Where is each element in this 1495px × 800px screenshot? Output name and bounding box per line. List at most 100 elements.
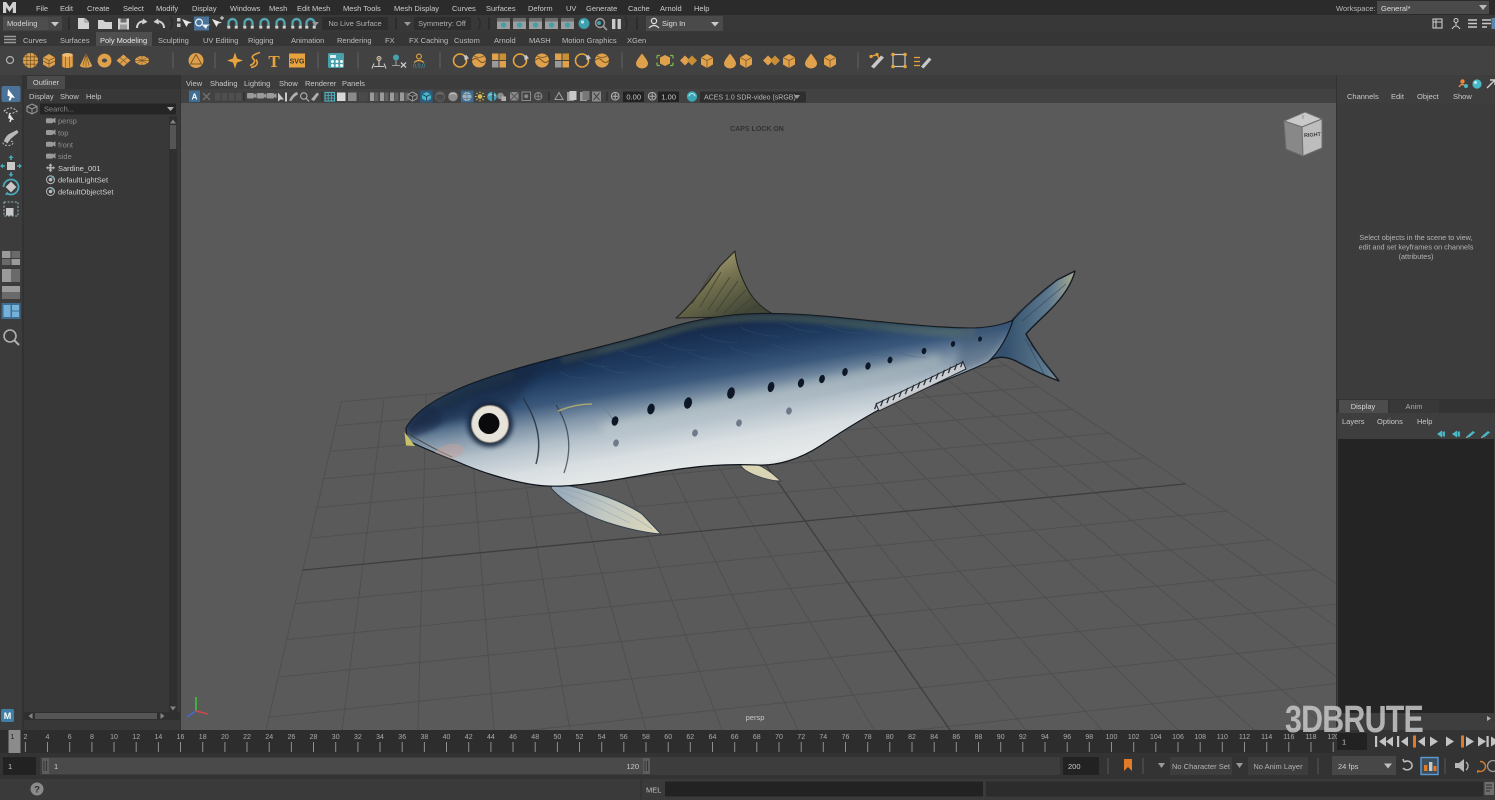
- svg-text:Edit: Edit: [1391, 92, 1405, 101]
- svg-text:Symmetry: Off: Symmetry: Off: [418, 19, 467, 28]
- svg-text:86: 86: [952, 734, 960, 741]
- svg-text:30: 30: [332, 734, 340, 741]
- svg-text:98: 98: [1085, 734, 1093, 741]
- svg-text:40: 40: [443, 734, 451, 741]
- svg-text:22: 22: [243, 734, 251, 741]
- svg-text:front: front: [58, 140, 74, 149]
- svg-text:MEL: MEL: [646, 786, 661, 795]
- svg-text:Display: Display: [29, 92, 54, 101]
- svg-text:T: T: [268, 52, 280, 71]
- svg-text:persp: persp: [746, 713, 765, 722]
- svg-text:0,0,0: 0,0,0: [413, 64, 425, 70]
- svg-text:CAPS LOCK ON: CAPS LOCK ON: [730, 126, 784, 133]
- svg-text:120: 120: [626, 762, 639, 771]
- svg-text:Modeling: Modeling: [7, 19, 37, 28]
- svg-text:18: 18: [199, 734, 207, 741]
- svg-text:ACES 1.0 SDR-video (sRGB): ACES 1.0 SDR-video (sRGB): [704, 95, 796, 102]
- svg-text:Sign In: Sign In: [662, 19, 685, 28]
- svg-text:34: 34: [376, 734, 384, 741]
- svg-text:Display: Display: [1351, 402, 1376, 411]
- svg-text:102: 102: [1128, 734, 1140, 741]
- svg-text:112: 112: [1239, 734, 1250, 741]
- svg-text:4: 4: [46, 734, 50, 741]
- svg-text:Show: Show: [60, 92, 79, 101]
- svg-text:62: 62: [686, 734, 694, 741]
- svg-text:24: 24: [265, 734, 273, 741]
- svg-text:Select objects in the scene to: Select objects in the scene to view,: [1359, 233, 1472, 242]
- svg-text:SVG: SVG: [290, 59, 305, 66]
- svg-text:0.00: 0.00: [626, 93, 641, 102]
- svg-text:defaultLightSet: defaultLightSet: [58, 176, 109, 185]
- svg-text:Outliner: Outliner: [33, 78, 60, 87]
- svg-text:8: 8: [90, 734, 94, 741]
- svg-text:Layers: Layers: [1342, 417, 1365, 426]
- svg-text:Anim: Anim: [1405, 402, 1422, 411]
- svg-text:50: 50: [554, 734, 562, 741]
- svg-text:82: 82: [908, 734, 916, 741]
- svg-text:Sardine_001: Sardine_001: [58, 164, 101, 173]
- svg-text:2: 2: [23, 734, 27, 741]
- svg-text:54: 54: [598, 734, 606, 741]
- svg-text:Show: Show: [1453, 92, 1472, 101]
- svg-text:Object: Object: [1417, 92, 1440, 101]
- svg-text:100: 100: [1106, 734, 1118, 741]
- svg-text:72: 72: [797, 734, 805, 741]
- svg-text:106: 106: [1172, 734, 1184, 741]
- svg-text:38: 38: [421, 734, 429, 741]
- svg-text:32: 32: [354, 734, 362, 741]
- svg-text:1: 1: [54, 762, 58, 771]
- svg-text:No Anim Layer: No Anim Layer: [1253, 762, 1303, 771]
- svg-text:78: 78: [864, 734, 872, 741]
- svg-text:Search...: Search...: [44, 105, 74, 114]
- svg-text:1: 1: [8, 762, 12, 771]
- svg-text:No Live Surface: No Live Surface: [328, 19, 381, 28]
- svg-text:44: 44: [487, 734, 495, 741]
- svg-text:84: 84: [930, 734, 938, 741]
- svg-text:42: 42: [465, 734, 473, 741]
- svg-text:M: M: [4, 711, 12, 721]
- svg-text:16: 16: [177, 734, 185, 741]
- svg-text:defaultObjectSet: defaultObjectSet: [58, 188, 114, 197]
- svg-text:66: 66: [731, 734, 739, 741]
- svg-text:10: 10: [110, 734, 118, 741]
- svg-text:T: T: [1301, 115, 1304, 120]
- svg-text:56: 56: [620, 734, 628, 741]
- svg-text:Help: Help: [86, 92, 101, 101]
- svg-text:24 fps: 24 fps: [1338, 762, 1359, 771]
- svg-text:1: 1: [11, 734, 15, 741]
- svg-text:1.00: 1.00: [661, 93, 676, 102]
- svg-text:76: 76: [842, 734, 850, 741]
- svg-text:RIGHT: RIGHT: [1304, 132, 1322, 139]
- svg-text:94: 94: [1041, 734, 1049, 741]
- svg-text:70: 70: [775, 734, 783, 741]
- svg-text:20: 20: [221, 734, 229, 741]
- svg-text:114: 114: [1261, 734, 1272, 741]
- svg-text:top: top: [58, 129, 68, 138]
- svg-text:persp: persp: [58, 117, 77, 126]
- svg-text:58: 58: [642, 734, 650, 741]
- svg-text:(attributes): (attributes): [1399, 252, 1434, 261]
- svg-text:68: 68: [753, 734, 761, 741]
- svg-text:26: 26: [288, 734, 296, 741]
- svg-text:96: 96: [1063, 734, 1071, 741]
- svg-text:14: 14: [155, 734, 163, 741]
- svg-text:80: 80: [886, 734, 894, 741]
- svg-text:36: 36: [398, 734, 406, 741]
- svg-text:90: 90: [997, 734, 1005, 741]
- svg-text:108: 108: [1194, 734, 1206, 741]
- svg-text:88: 88: [975, 734, 983, 741]
- svg-text:Options: Options: [1377, 417, 1403, 426]
- svg-text:Help: Help: [1417, 417, 1432, 426]
- svg-text:110: 110: [1217, 734, 1228, 741]
- svg-text:12: 12: [132, 734, 140, 741]
- svg-text:48: 48: [531, 734, 539, 741]
- svg-text:64: 64: [709, 734, 717, 741]
- svg-text:46: 46: [509, 734, 517, 741]
- svg-text:edit and set keyframes on chan: edit and set keyframes on channels: [1359, 243, 1474, 252]
- svg-text:60: 60: [664, 734, 672, 741]
- svg-text:52: 52: [576, 734, 584, 741]
- svg-text:?: ?: [34, 785, 40, 796]
- svg-text:6: 6: [68, 734, 72, 741]
- svg-text:104: 104: [1150, 734, 1162, 741]
- svg-text:200: 200: [1068, 762, 1081, 771]
